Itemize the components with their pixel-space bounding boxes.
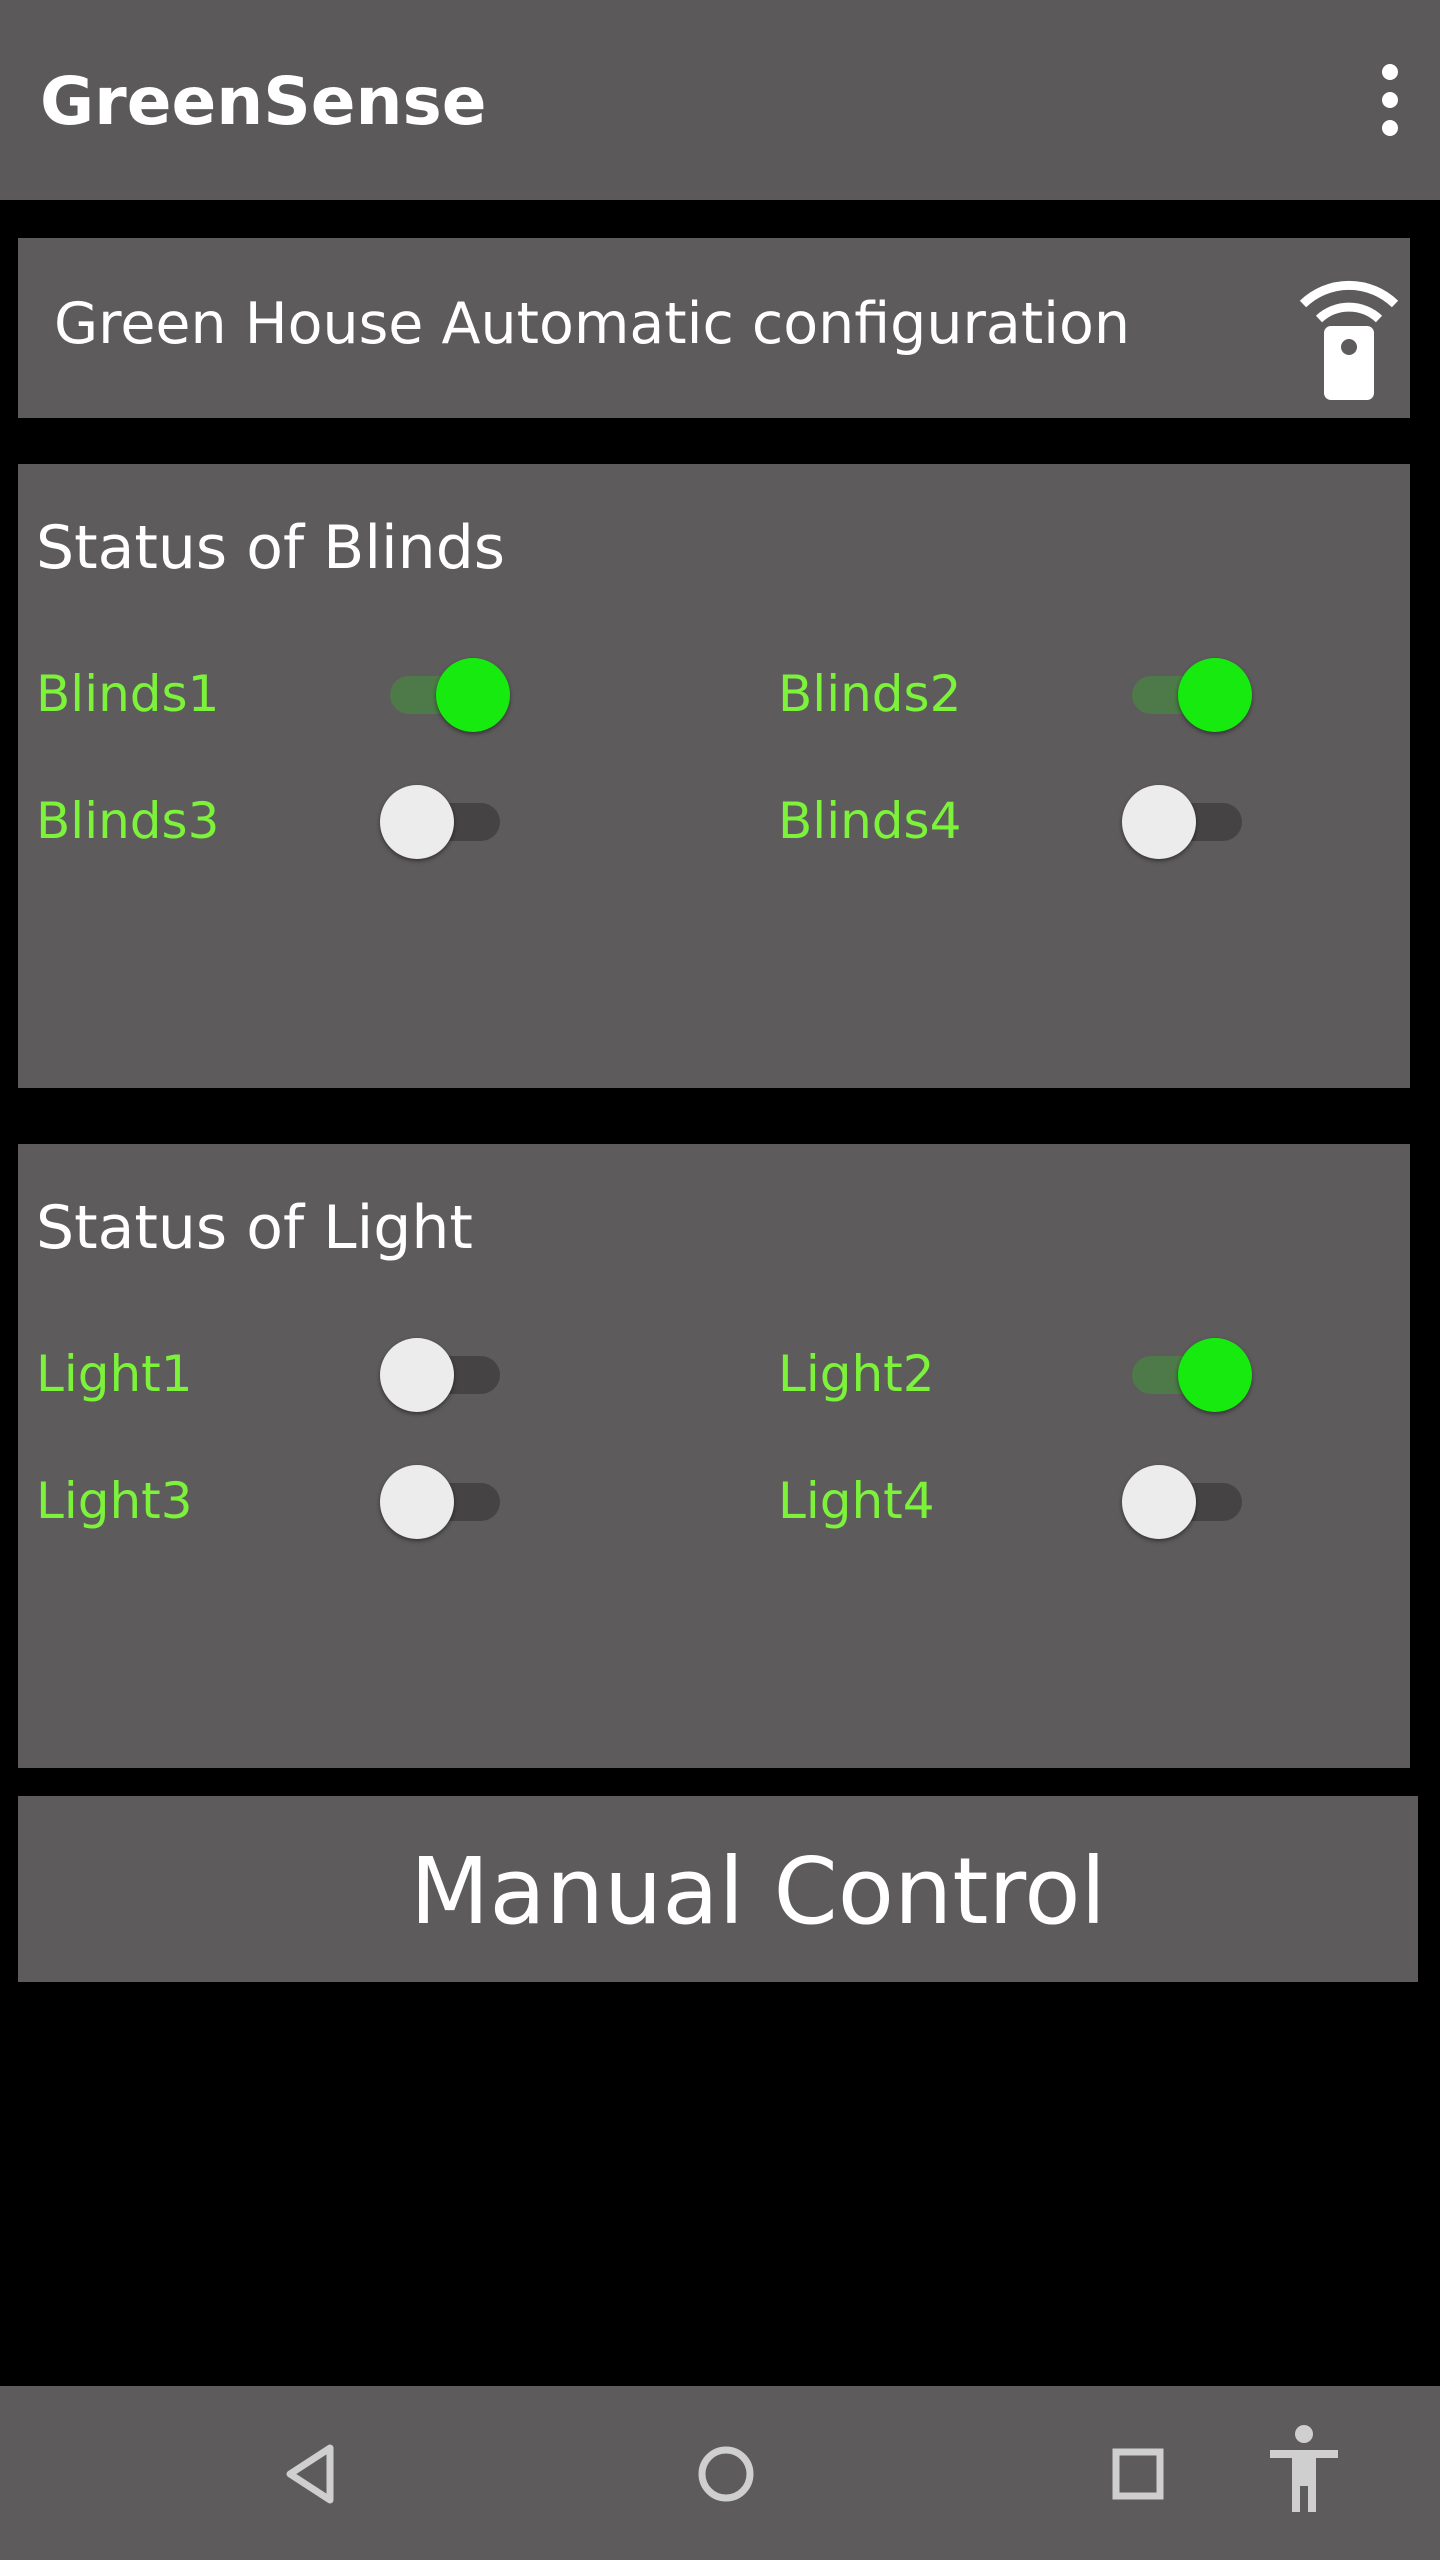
manual-control-label: Manual Control [409,1838,1107,1945]
light2-label: Light2 [778,1345,935,1403]
light4-label: Light4 [778,1472,935,1530]
blinds2-switch[interactable] [1122,654,1252,734]
blinds3-label: Blinds3 [36,792,220,850]
blinds2-label: Blinds2 [778,665,962,723]
screen: GreenSense Green House Automatic configu… [0,0,1440,2560]
blinds1-switch[interactable] [380,654,510,734]
light-section-title: Status of Light [36,1193,473,1263]
app-title: GreenSense [40,63,487,140]
light1-label: Light1 [36,1345,193,1403]
home-icon[interactable] [676,2424,776,2524]
recents-icon[interactable] [1088,2424,1188,2524]
system-nav-bar [0,2386,1440,2560]
back-icon[interactable] [264,2424,364,2524]
auto-config-card[interactable]: Green House Automatic configuration [18,238,1410,418]
blinds4-switch[interactable] [1122,781,1252,861]
blinds3-switch[interactable] [380,781,510,861]
light4-switch[interactable] [1122,1461,1252,1541]
light-status-card: Status of Light Light1 Light2 Light3 Lig… [18,1144,1410,1768]
manual-control-button[interactable]: Manual Control [18,1796,1418,1982]
blinds-section-title: Status of Blinds [36,513,506,583]
blinds-status-card: Status of Blinds Blinds1 Blinds2 Blinds3… [18,464,1410,1088]
light3-switch[interactable] [380,1461,510,1541]
blinds4-label: Blinds4 [778,792,962,850]
more-vert-icon[interactable] [1362,64,1418,136]
light2-switch[interactable] [1122,1334,1252,1414]
light1-switch[interactable] [380,1334,510,1414]
light3-label: Light3 [36,1472,193,1530]
blinds1-label: Blinds1 [36,665,220,723]
auto-config-title: Green House Automatic configuration [54,291,1131,357]
app-bar: GreenSense [0,0,1440,200]
accessibility-icon[interactable] [1254,2420,1354,2520]
remote-control-icon[interactable] [1286,264,1412,400]
